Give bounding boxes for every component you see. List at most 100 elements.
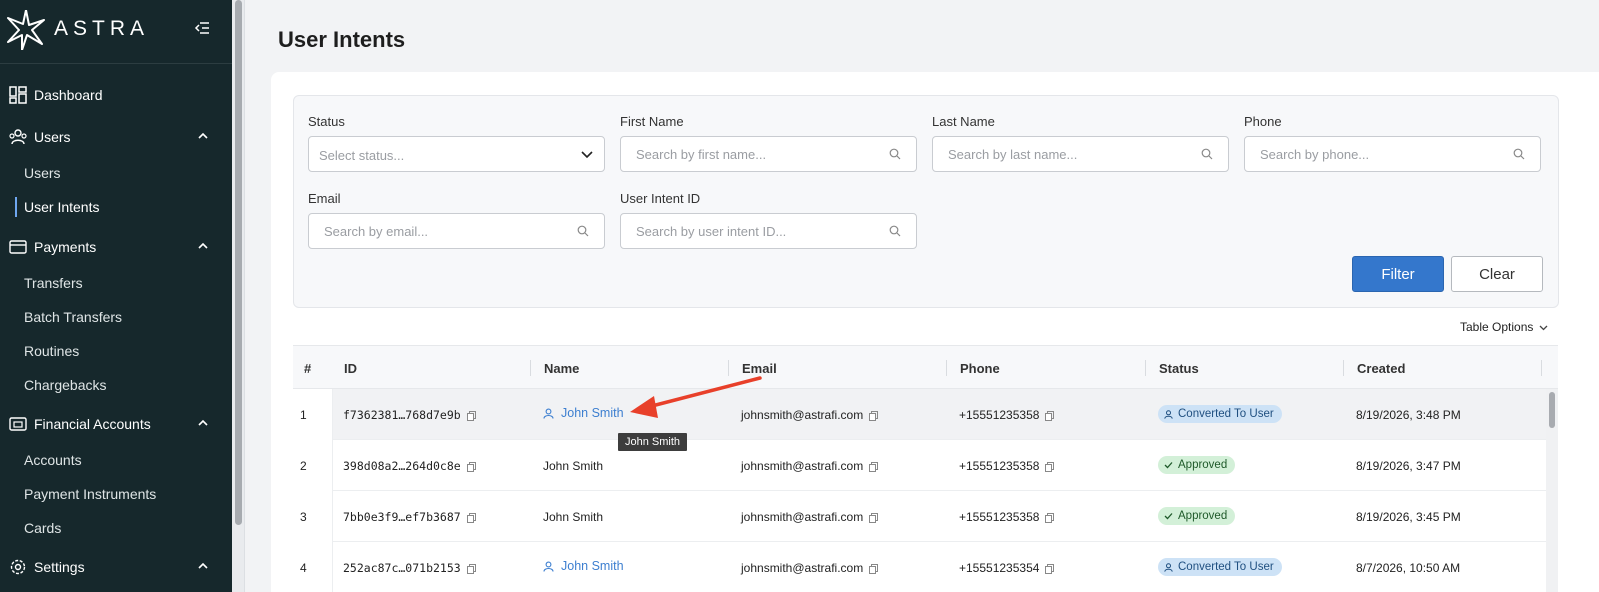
- table-options-button[interactable]: Table Options: [1460, 320, 1548, 334]
- sidebar-item-payment-instruments[interactable]: Payment Instruments: [0, 480, 232, 508]
- column-header-email[interactable]: Email: [742, 361, 777, 376]
- phone-text: +15551235358: [959, 459, 1040, 473]
- sidebar-section-label: Users: [34, 129, 71, 145]
- sidebar-item-accounts[interactable]: Accounts: [0, 446, 232, 474]
- phone-input[interactable]: [1244, 136, 1541, 172]
- status-select[interactable]: Select status...: [308, 136, 605, 172]
- column-header-phone[interactable]: Phone: [960, 361, 1000, 376]
- status-badge: Approved: [1158, 507, 1236, 525]
- sidebar-item-label: Payment Instruments: [24, 486, 157, 502]
- table-scrollbar[interactable]: [1546, 389, 1558, 592]
- copy-icon[interactable]: [869, 512, 879, 523]
- created-cell: 8/19/2026, 3:48 PM: [1356, 408, 1461, 422]
- first-name-input[interactable]: [620, 136, 917, 172]
- status-badge: Approved: [1158, 456, 1236, 474]
- phone-text: +15551235354: [959, 561, 1040, 575]
- sidebar-item-transfers[interactable]: Transfers: [0, 269, 232, 297]
- copy-icon[interactable]: [869, 410, 879, 421]
- dashboard-icon: [9, 86, 27, 104]
- users-icon: [9, 129, 27, 145]
- search-icon: [577, 225, 589, 237]
- sidebar-section-payments[interactable]: Payments: [0, 232, 232, 262]
- clear-button[interactable]: Clear: [1451, 256, 1543, 292]
- copy-icon[interactable]: [1045, 461, 1055, 472]
- id-cell: 7bb0e3f9…ef7b3687: [343, 510, 476, 524]
- table-row[interactable]: 2 398d08a2…264d0c8e John Smith johnsmith…: [293, 440, 1546, 491]
- financial-accounts-icon: [9, 417, 27, 431]
- copy-icon[interactable]: [466, 563, 476, 574]
- sidebar-item-users[interactable]: Users: [0, 159, 232, 187]
- sidebar-item-chargebacks[interactable]: Chargebacks: [0, 371, 232, 399]
- sidebar-section-financial-accounts[interactable]: Financial Accounts: [0, 409, 232, 439]
- column-header-name[interactable]: Name: [544, 361, 579, 376]
- name-link[interactable]: John Smith: [543, 559, 624, 573]
- phone-cell: +15551235358: [959, 510, 1055, 524]
- sidebar-item-dashboard[interactable]: Dashboard: [0, 80, 232, 110]
- copy-icon[interactable]: [1045, 563, 1055, 574]
- status-text: Approved: [1178, 510, 1228, 522]
- chevron-up-icon: [198, 132, 208, 139]
- sidebar-section-label: Payments: [34, 239, 97, 255]
- phone-text: +15551235358: [959, 510, 1040, 524]
- sidebar-item-label: User Intents: [24, 199, 100, 215]
- sidebar-item-routines[interactable]: Routines: [0, 337, 232, 365]
- table-row[interactable]: 4 252ac87c…071b2153 John Smith johnsmith…: [293, 542, 1546, 592]
- column-header-id[interactable]: ID: [344, 361, 357, 376]
- check-icon: [1164, 513, 1173, 520]
- table-header: # ID Name Email Phone Status Created: [293, 345, 1558, 389]
- phone-cell: +15551235358: [959, 408, 1055, 422]
- copy-icon[interactable]: [466, 461, 476, 472]
- sidebar-item-user-intents[interactable]: User Intents: [0, 193, 232, 221]
- sidebar-item-label: Transfers: [24, 275, 83, 291]
- sidebar-item-batch-transfers[interactable]: Batch Transfers: [0, 303, 232, 331]
- chevron-up-icon: [198, 562, 208, 569]
- sidebar-scrollbar[interactable]: [232, 0, 245, 592]
- user-icon: [1164, 409, 1173, 419]
- sidebar-item-cards[interactable]: Cards: [0, 514, 232, 542]
- intent-id: 7bb0e3f9…ef7b3687: [343, 510, 461, 524]
- email-cell: johnsmith@astrafi.com: [741, 510, 879, 524]
- intent-id: 252ac87c…071b2153: [343, 561, 461, 575]
- sidebar-section-users[interactable]: Users: [0, 122, 232, 152]
- column-divider: [728, 360, 729, 376]
- gear-icon: [10, 559, 26, 575]
- copy-icon[interactable]: [1045, 512, 1055, 523]
- column-divider: [946, 360, 947, 376]
- status-badge: Converted To User: [1158, 405, 1282, 423]
- sidebar-item-label: Chargebacks: [24, 377, 107, 393]
- last-name-input[interactable]: [932, 136, 1229, 172]
- row-number: 1: [300, 408, 307, 422]
- column-header-status[interactable]: Status: [1159, 361, 1199, 376]
- created-cell: 8/19/2026, 3:45 PM: [1356, 510, 1461, 524]
- email-text: johnsmith@astrafi.com: [741, 510, 864, 524]
- name-tooltip: John Smith: [618, 433, 688, 451]
- name-link[interactable]: John Smith: [543, 406, 624, 420]
- chevron-up-icon: [198, 419, 208, 426]
- copy-icon[interactable]: [466, 410, 476, 421]
- phone-text: +15551235358: [959, 408, 1040, 422]
- sidebar-item-label: Cards: [24, 520, 62, 536]
- copy-icon[interactable]: [1045, 410, 1055, 421]
- email-cell: johnsmith@astrafi.com: [741, 561, 879, 575]
- collapse-sidebar-icon[interactable]: [194, 20, 210, 36]
- astra-logo-icon: [7, 10, 45, 50]
- table-row[interactable]: 3 7bb0e3f9…ef7b3687 John Smith johnsmith…: [293, 491, 1546, 542]
- sidebar-item-label: Users: [24, 165, 61, 181]
- table-row[interactable]: 1 f7362381…768d7e9b John Smith johnsmith…: [293, 389, 1546, 440]
- filter-button[interactable]: Filter: [1352, 256, 1444, 292]
- email-text: johnsmith@astrafi.com: [741, 561, 864, 575]
- copy-icon[interactable]: [466, 512, 476, 523]
- table-scrollbar-thumb[interactable]: [1549, 392, 1555, 428]
- email-cell: johnsmith@astrafi.com: [741, 459, 879, 473]
- email-input[interactable]: [308, 213, 605, 249]
- column-divider: [1541, 360, 1542, 376]
- copy-icon[interactable]: [869, 563, 879, 574]
- user-intent-id-input[interactable]: [620, 213, 917, 249]
- chevron-down-icon: [581, 151, 593, 159]
- copy-icon[interactable]: [869, 461, 879, 472]
- intent-id: f7362381…768d7e9b: [343, 408, 461, 422]
- column-header-created[interactable]: Created: [1357, 361, 1405, 376]
- sidebar-scrollbar-thumb[interactable]: [235, 0, 242, 525]
- sidebar-section-settings[interactable]: Settings: [0, 552, 232, 582]
- intent-id: 398d08a2…264d0c8e: [343, 459, 461, 473]
